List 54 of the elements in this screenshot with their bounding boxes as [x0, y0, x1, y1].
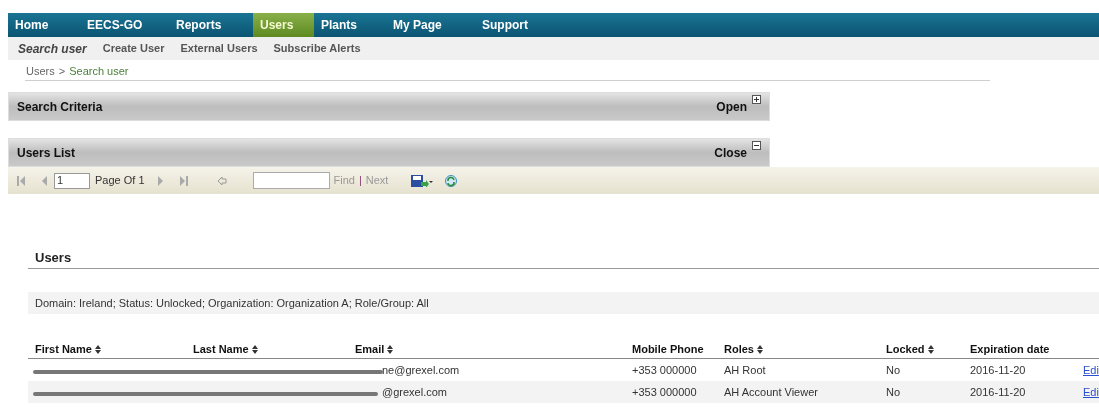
back-icon[interactable] — [216, 174, 227, 187]
edit-link[interactable]: Edi — [1076, 383, 1099, 401]
previous-page-icon[interactable] — [40, 174, 48, 187]
table-cell-text: AH Account Viewer — [723, 384, 819, 400]
save-icon[interactable] — [410, 174, 435, 187]
panel-toggle[interactable]: Open — [716, 97, 761, 116]
column-header[interactable]: Mobile Phone — [632, 341, 704, 358]
find-field[interactable] — [252, 172, 330, 189]
refresh-icon[interactable] — [444, 173, 459, 188]
column-header[interactable]: Locked — [886, 341, 925, 358]
section-title: Users — [34, 249, 73, 264]
sort-icon[interactable] — [94, 345, 101, 354]
nav-tab[interactable]: Reports — [169, 13, 253, 37]
nav-tab[interactable]: Plants — [314, 13, 386, 37]
sort-icon[interactable] — [927, 345, 934, 354]
table-cell-text: +353 000000 — [631, 362, 698, 378]
column-header[interactable]: First Name — [35, 341, 92, 358]
link-separator: | — [358, 173, 362, 189]
breadcrumb-current: Search user — [69, 64, 129, 80]
table-cell-text: ne@grexel.com — [381, 362, 461, 378]
panel-toggle[interactable]: Close — [714, 143, 761, 162]
table-cell-text: @grexel.com — [381, 384, 448, 400]
subnav-tab[interactable]: Search user — [8, 39, 93, 58]
table-cell-text: No — [885, 384, 902, 400]
breadcrumb-link[interactable]: Users — [26, 63, 55, 80]
page-number-field[interactable]: 1 — [54, 172, 90, 189]
table-cell-text: AH Root — [723, 362, 767, 378]
table-cell-text: 2016-11-20 — [969, 362, 1027, 378]
column-header[interactable]: Roles — [724, 341, 754, 358]
column-header[interactable]: Expiration date — [970, 341, 1050, 358]
breadcrumb-separator: > — [58, 64, 66, 80]
filter-summary: Domain: Ireland; Status: Unlocked; Organization: Organization A; Role/Group: All — [28, 292, 1099, 314]
table-cell-text: 2016-11-20 — [969, 384, 1027, 400]
nav-tab[interactable]: EECS-GO — [80, 13, 169, 37]
column-header[interactable]: Last Name — [193, 341, 249, 358]
subnav-tab[interactable]: External Users — [170, 40, 264, 57]
panel-title: Search Criteria — [17, 98, 104, 116]
nav-tab[interactable]: Home — [8, 13, 80, 37]
nav-tab[interactable]: Support — [475, 13, 555, 37]
last-page-icon[interactable] — [178, 174, 189, 187]
sort-icon[interactable] — [387, 345, 394, 354]
subnav-tab[interactable]: Create User — [92, 40, 171, 57]
page-count: Page Of 1 — [95, 173, 145, 189]
edit-link[interactable]: Edi — [1076, 361, 1099, 379]
sort-icon[interactable] — [251, 345, 258, 354]
sort-icon[interactable] — [756, 345, 763, 354]
next-page-icon[interactable] — [156, 174, 165, 187]
panel-title: Users List — [17, 144, 77, 162]
table-cell-text: No — [885, 362, 902, 378]
nav-tab[interactable]: My Page — [386, 13, 475, 37]
first-page-icon[interactable] — [16, 174, 26, 187]
column-header[interactable]: Email — [355, 341, 385, 358]
table-cell-text: +353 000000 — [631, 384, 698, 400]
subnav-tab[interactable]: Subscribe Alerts — [263, 40, 367, 57]
